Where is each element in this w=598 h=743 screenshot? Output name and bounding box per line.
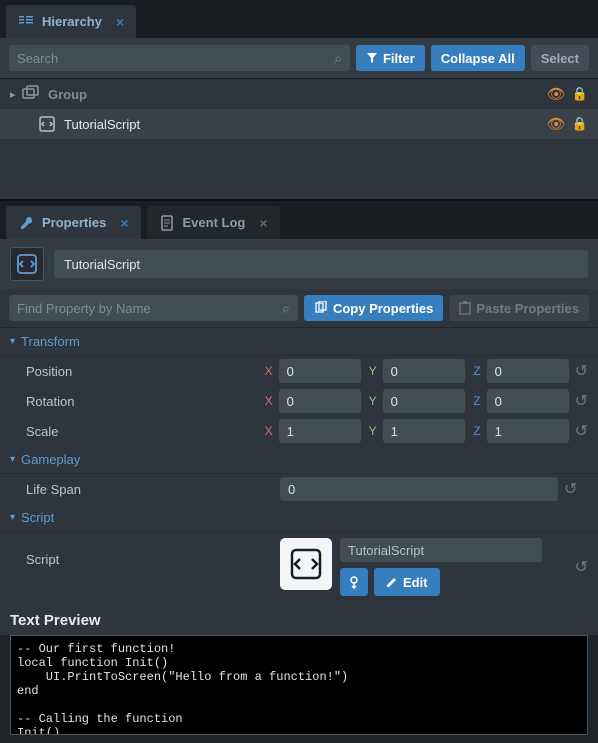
tab-hierarchy[interactable]: Hierarchy × xyxy=(6,5,136,38)
close-icon[interactable]: × xyxy=(116,14,124,30)
tab-label: Event Log xyxy=(183,215,246,230)
axis-x-label: X xyxy=(263,364,273,378)
chevron-down-icon: ▾ xyxy=(10,336,15,347)
search-icon: ⌕ xyxy=(334,50,342,67)
hierarchy-tree: ▸ Group 👁 🔒 TutorialScript 👁 🔒 xyxy=(0,79,598,199)
scale-x-input[interactable] xyxy=(279,419,361,443)
paste-properties-button[interactable]: Paste Properties xyxy=(449,295,589,321)
axis-y-label: Y xyxy=(367,424,377,438)
reset-icon[interactable]: ↺ xyxy=(564,479,577,499)
search-box[interactable]: ⌕ xyxy=(9,45,350,71)
section-transform[interactable]: ▾ Transform xyxy=(0,328,598,356)
lifespan-input[interactable] xyxy=(280,477,558,501)
rotation-y-input[interactable] xyxy=(383,389,465,413)
locate-script-button[interactable] xyxy=(340,568,368,596)
wrench-icon xyxy=(18,215,34,231)
axis-z-label: Z xyxy=(471,394,481,408)
prop-row-position: Position X Y Z ↺ xyxy=(0,356,598,386)
position-y-input[interactable] xyxy=(383,359,465,383)
axis-x-label: X xyxy=(263,394,273,408)
copy-properties-button[interactable]: Copy Properties xyxy=(304,295,443,321)
close-icon[interactable]: × xyxy=(120,215,128,231)
prop-row-rotation: Rotation X Y Z ↺ xyxy=(0,386,598,416)
prop-row-script: Script Edit ↺ xyxy=(0,532,598,602)
paste-icon xyxy=(459,301,471,315)
search-input[interactable] xyxy=(17,51,334,66)
filter-button[interactable]: Filter xyxy=(356,45,425,71)
reset-icon[interactable]: ↺ xyxy=(575,391,588,411)
object-type-icon xyxy=(10,247,44,281)
text-preview-heading: Text Preview xyxy=(0,602,598,635)
tree-label: Group xyxy=(48,87,547,102)
script-icon xyxy=(38,115,56,133)
section-gameplay[interactable]: ▾ Gameplay xyxy=(0,446,598,474)
object-name-input[interactable] xyxy=(54,250,588,278)
tab-label: Properties xyxy=(42,215,106,230)
filter-icon xyxy=(366,52,378,64)
lock-icon[interactable]: 🔒 xyxy=(572,86,588,102)
prop-label: Position xyxy=(10,364,263,379)
rotation-x-input[interactable] xyxy=(279,389,361,413)
prop-label: Scale xyxy=(10,424,263,439)
scale-z-input[interactable] xyxy=(487,419,569,443)
rotation-z-input[interactable] xyxy=(487,389,569,413)
reset-icon[interactable]: ↺ xyxy=(575,421,588,441)
prop-row-scale: Scale X Y Z ↺ xyxy=(0,416,598,446)
tab-properties[interactable]: Properties × xyxy=(6,206,141,239)
properties-tab-bar: Properties × Event Log × xyxy=(0,201,598,239)
prop-label: Rotation xyxy=(10,394,263,409)
prop-label: Script xyxy=(10,538,280,567)
close-icon[interactable]: × xyxy=(259,215,267,231)
lock-icon[interactable]: 🔒 xyxy=(572,116,588,132)
tab-label: Hierarchy xyxy=(42,14,102,29)
visibility-icon[interactable]: 👁 xyxy=(547,85,566,103)
script-name-input[interactable] xyxy=(340,538,542,562)
select-button[interactable]: Select xyxy=(531,45,589,71)
properties-header xyxy=(0,239,598,289)
group-icon xyxy=(22,85,40,103)
axis-y-label: Y xyxy=(367,364,377,378)
pencil-icon xyxy=(386,576,398,588)
property-search-input[interactable] xyxy=(17,301,282,316)
script-thumbnail xyxy=(280,538,332,590)
reset-icon[interactable]: ↺ xyxy=(575,557,588,577)
search-icon: ⌕ xyxy=(282,300,290,317)
code-preview: -- Our first function! local function In… xyxy=(10,635,588,735)
tree-row-group[interactable]: ▸ Group 👁 🔒 xyxy=(0,79,598,109)
position-x-input[interactable] xyxy=(279,359,361,383)
position-z-input[interactable] xyxy=(487,359,569,383)
expand-caret-icon[interactable]: ▸ xyxy=(10,88,22,101)
property-search[interactable]: ⌕ xyxy=(9,295,298,321)
tree-row-tutorialscript[interactable]: TutorialScript 👁 🔒 xyxy=(0,109,598,139)
document-icon xyxy=(159,215,175,231)
visibility-icon[interactable]: 👁 xyxy=(547,115,566,133)
hierarchy-tab-bar: Hierarchy × xyxy=(0,0,598,38)
copy-icon xyxy=(314,301,328,315)
chevron-down-icon: ▾ xyxy=(10,512,15,523)
reset-icon[interactable]: ↺ xyxy=(575,361,588,381)
tree-label: TutorialScript xyxy=(64,117,547,132)
section-script[interactable]: ▾ Script xyxy=(0,504,598,532)
prop-row-lifespan: Life Span ↺ xyxy=(0,474,598,504)
collapse-all-button[interactable]: Collapse All xyxy=(431,45,525,71)
axis-z-label: Z xyxy=(471,424,481,438)
hierarchy-toolbar: ⌕ Filter Collapse All Select xyxy=(0,38,598,79)
locate-icon xyxy=(347,575,361,589)
edit-script-button[interactable]: Edit xyxy=(374,568,440,596)
chevron-down-icon: ▾ xyxy=(10,454,15,465)
axis-x-label: X xyxy=(263,424,273,438)
axis-z-label: Z xyxy=(471,364,481,378)
tab-event-log[interactable]: Event Log × xyxy=(147,206,280,239)
properties-toolbar: ⌕ Copy Properties Paste Properties xyxy=(0,289,598,328)
scale-y-input[interactable] xyxy=(383,419,465,443)
hierarchy-icon xyxy=(18,14,34,30)
prop-label: Life Span xyxy=(10,482,280,497)
axis-y-label: Y xyxy=(367,394,377,408)
